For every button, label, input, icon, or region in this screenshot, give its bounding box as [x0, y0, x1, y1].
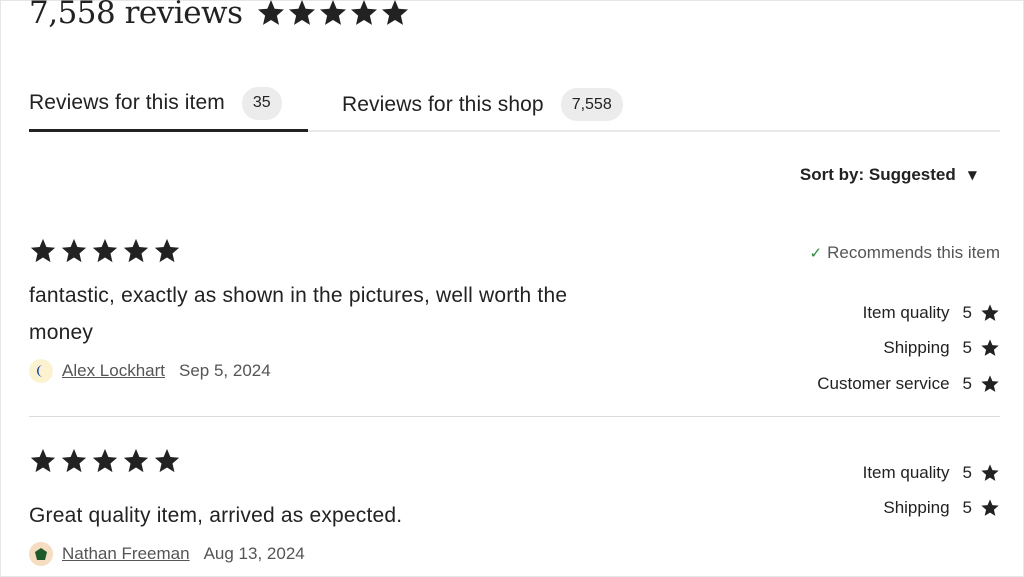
review-tabs: Reviews for this item 35 Reviews for thi…: [29, 77, 1000, 132]
star-icon: [256, 0, 286, 28]
star-icon: [122, 447, 150, 475]
overall-rating-stars: [256, 0, 410, 28]
star-icon: [980, 463, 1000, 483]
star-icon: [91, 447, 119, 475]
review-meta: Alex Lockhart Sep 5, 2024: [29, 359, 271, 383]
check-icon: ✓: [809, 245, 823, 262]
star-icon: [349, 0, 379, 28]
star-icon: [980, 338, 1000, 358]
review-count: 7,558 reviews: [29, 0, 243, 31]
rating-shipping: Shipping 5: [740, 491, 1000, 527]
rating-item-quality: Item quality 5: [740, 455, 1000, 491]
author-link[interactable]: Nathan Freeman: [62, 544, 190, 564]
star-icon: [29, 447, 57, 475]
rating-label: Shipping: [883, 498, 950, 518]
tab-count-badge: 7,558: [560, 88, 623, 121]
review-text: fantastic, exactly as shown in the pictu…: [29, 284, 568, 344]
avatar: [29, 359, 53, 383]
tab-label: Reviews for this item: [29, 91, 225, 114]
tab-reviews-for-shop[interactable]: Reviews for this shop 7,558: [342, 77, 623, 132]
rating-item-quality: Item quality 5: [740, 295, 1000, 331]
star-icon: [380, 0, 410, 28]
star-icon: [60, 447, 88, 475]
star-icon: [980, 498, 1000, 518]
tab-label: Reviews for this shop: [342, 92, 544, 116]
review-rating-stars: [29, 237, 181, 265]
tab-count-badge: 35: [241, 86, 282, 120]
sub-ratings: Item quality 5 Shipping 5: [740, 455, 1000, 526]
rating-value: 5: [962, 338, 972, 358]
tab-reviews-for-item[interactable]: Reviews for this item 35: [29, 77, 308, 132]
star-icon: [153, 447, 181, 475]
review-text: Great quality item, arrived as expected.: [29, 504, 403, 527]
rating-value: 5: [962, 498, 972, 518]
moon-icon: [37, 365, 43, 377]
review-date: Sep 5, 2024: [179, 361, 271, 380]
star-icon: [122, 237, 150, 265]
author-link[interactable]: Alex Lockhart: [62, 361, 165, 381]
caret-down-icon: ▼: [967, 168, 977, 182]
rating-value: 5: [962, 302, 972, 322]
review-item: fantastic, exactly as shown in the pictu…: [29, 237, 1000, 417]
star-icon: [29, 237, 57, 265]
reviews-header: 7,558 reviews: [29, 0, 410, 31]
review-meta: Nathan Freeman Aug 13, 2024: [29, 542, 305, 566]
star-icon: [287, 0, 317, 28]
pentagon-icon: [35, 548, 47, 560]
rating-value: 5: [962, 462, 972, 482]
avatar: [29, 542, 53, 566]
rating-value: 5: [962, 373, 972, 393]
star-icon: [980, 374, 1000, 394]
review-rating-stars: [29, 447, 181, 475]
star-icon: [153, 237, 181, 265]
star-icon: [318, 0, 348, 28]
sub-ratings: Item quality 5 Shipping 5 Customer servi…: [740, 295, 1000, 402]
star-icon: [91, 237, 119, 265]
rating-label: Item quality: [862, 302, 950, 322]
rating-label: Item quality: [862, 462, 950, 482]
star-icon: [980, 303, 1000, 323]
review-date: Aug 13, 2024: [203, 544, 305, 563]
sort-dropdown[interactable]: Sort by: Suggested ▼: [800, 165, 977, 185]
sort-label: Sort by: Suggested: [799, 165, 956, 184]
reviews-panel: 7,558 reviews Reviews for this item 35 R…: [0, 0, 1024, 577]
review-item: Great quality item, arrived as expected.…: [29, 447, 1000, 567]
star-icon: [60, 237, 88, 265]
recommends-label: Recommends this item: [827, 243, 1000, 262]
recommends-badge: ✓ Recommends this item: [810, 243, 1000, 263]
rating-label: Shipping: [883, 338, 950, 358]
rating-customer-service: Customer service 5: [740, 366, 1000, 402]
rating-label: Customer service: [817, 373, 950, 393]
rating-shipping: Shipping 5: [740, 331, 1000, 367]
